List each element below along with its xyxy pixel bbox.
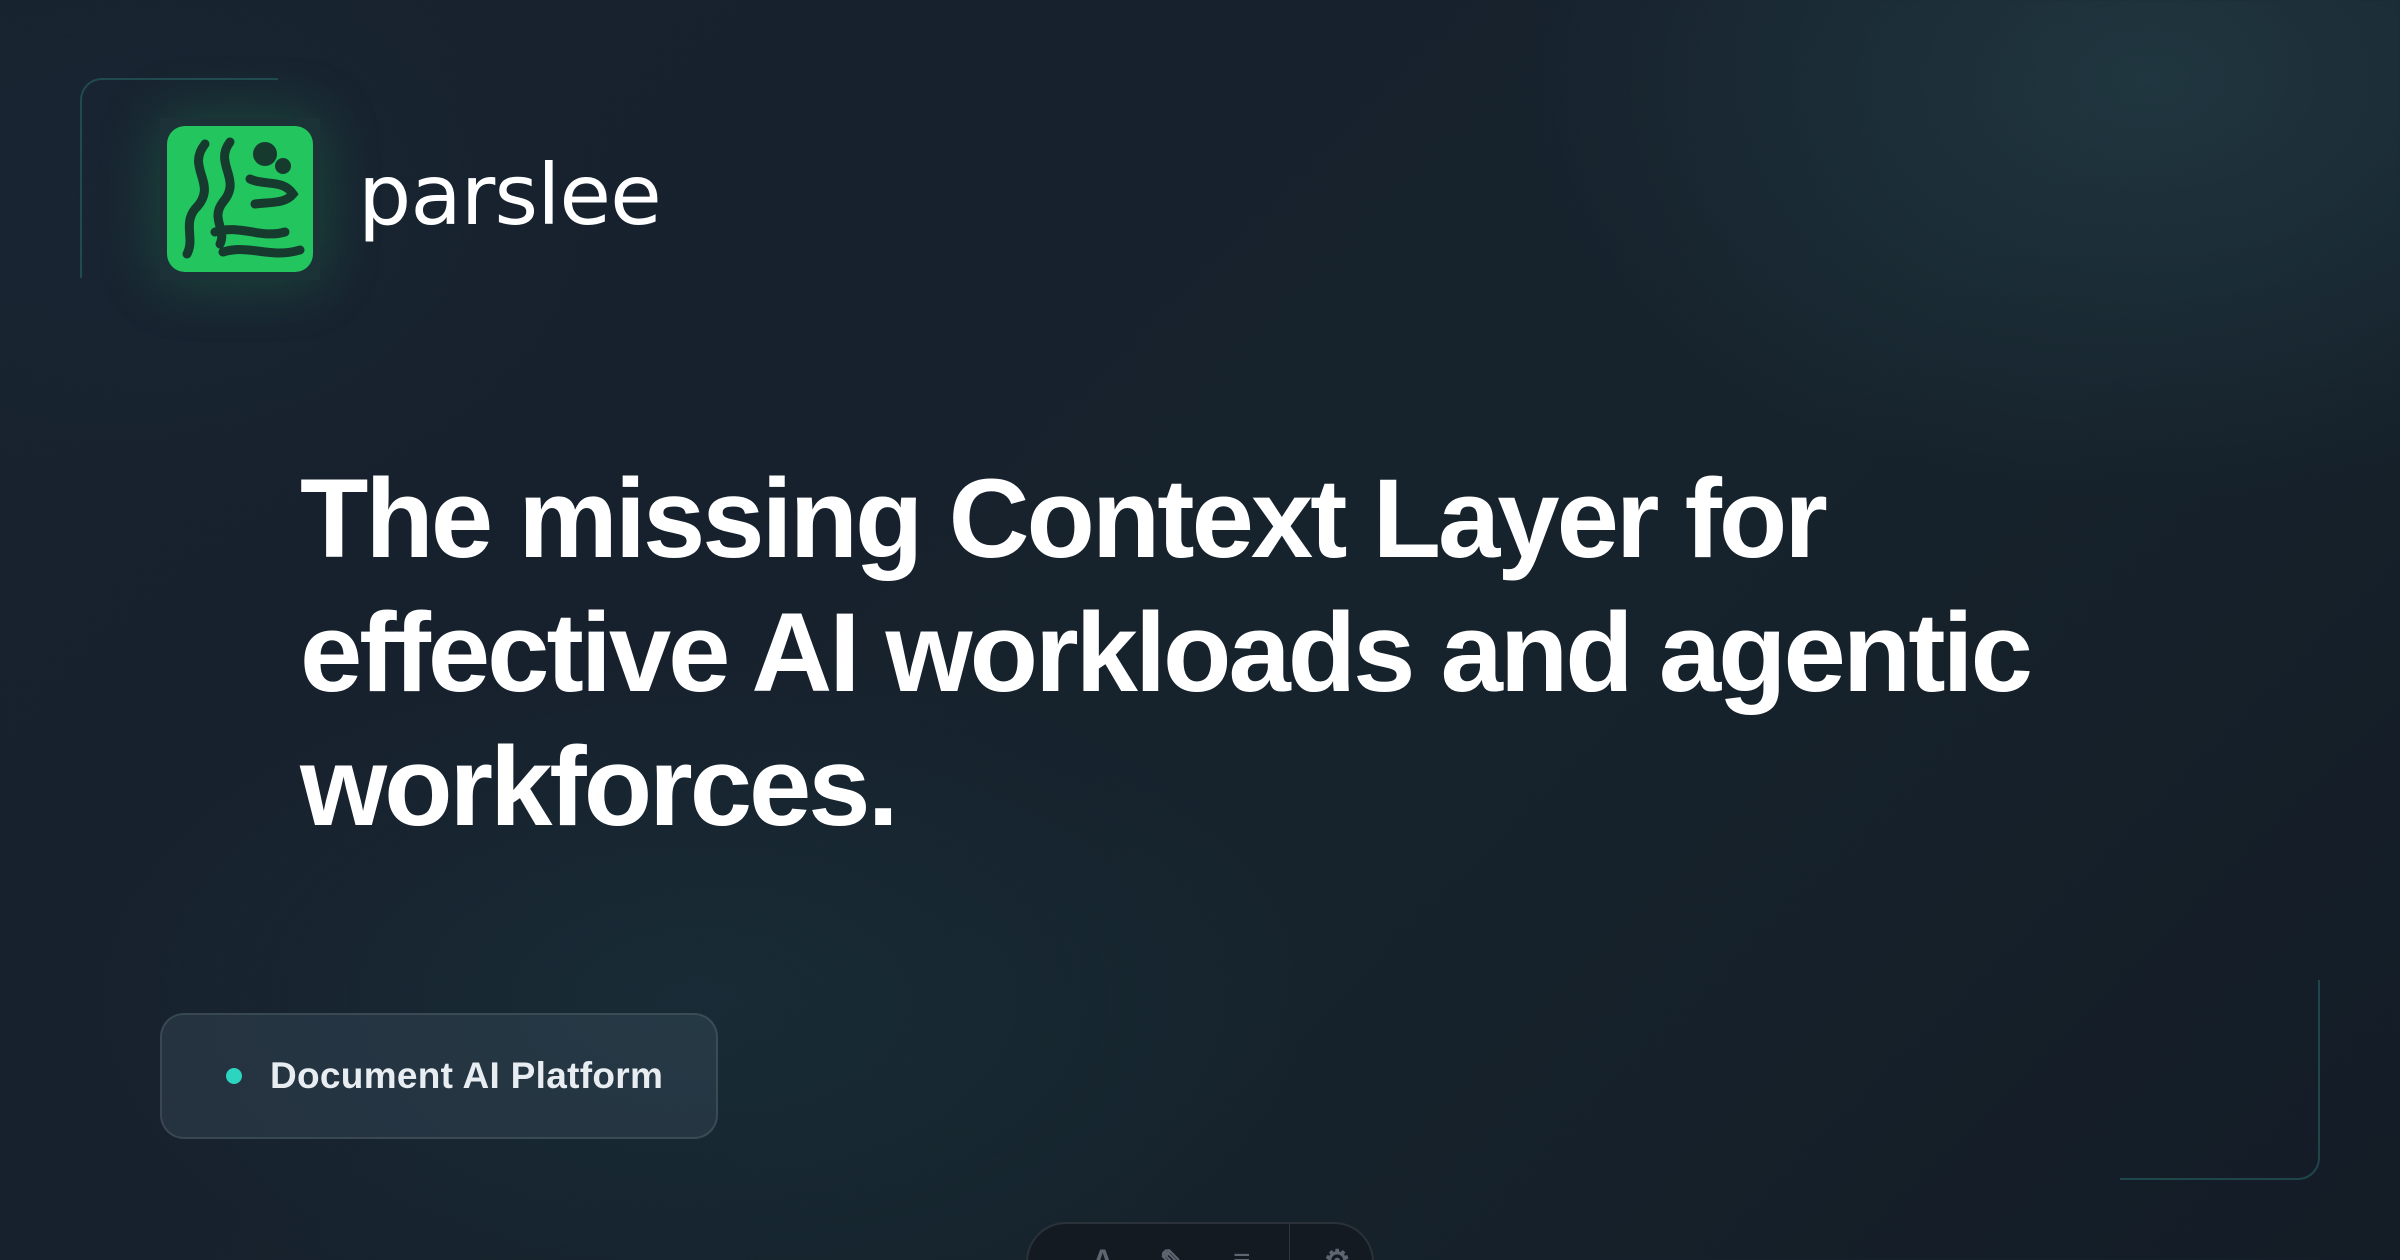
headline-line: effective AI workloads and agentic: [300, 590, 2033, 715]
toolbar-divider: [1288, 1224, 1291, 1260]
headline-line: The missing Context Layer for: [300, 456, 1828, 581]
hero-headline: The missing Context Layer for effective …: [300, 452, 2100, 854]
highlighter-icon[interactable]: ✎: [1138, 1244, 1208, 1260]
floating-toolbar: A ✎ ≡ ⚙: [1026, 1222, 1374, 1260]
text-tool-icon[interactable]: A: [1068, 1244, 1138, 1260]
brand-name: parslee: [358, 146, 662, 244]
status-dot-icon: [226, 1068, 242, 1084]
parslee-leaf-icon: [160, 118, 320, 280]
brand-logo[interactable]: parslee: [160, 118, 662, 280]
frame-corner-bottom-right: [2120, 980, 2320, 1180]
menu-lines-icon[interactable]: ≡: [1207, 1244, 1277, 1260]
platform-badge: Document AI Platform: [160, 1013, 718, 1139]
headline-line: workforces.: [300, 724, 899, 849]
settings-gear-icon[interactable]: ⚙: [1302, 1244, 1372, 1260]
badge-label: Document AI Platform: [270, 1055, 664, 1096]
